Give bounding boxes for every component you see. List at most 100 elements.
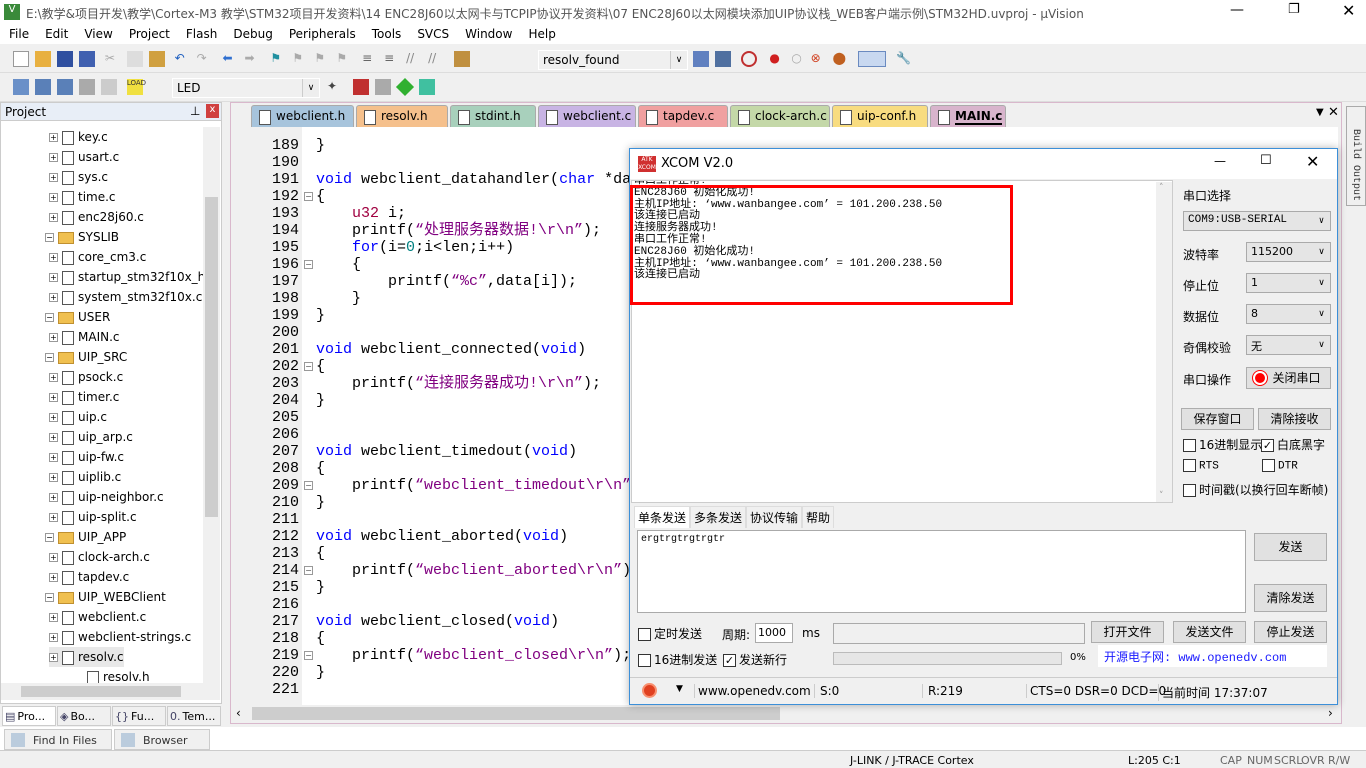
- editor-tab[interactable]: tapdev.c: [638, 105, 728, 127]
- send-input[interactable]: ergtrgtrgtrgtr: [637, 530, 1246, 613]
- expand-icon[interactable]: +: [49, 433, 58, 442]
- expand-icon[interactable]: +: [49, 573, 58, 582]
- clear-send-button[interactable]: 清除发送: [1254, 584, 1327, 612]
- checkbox-box[interactable]: [1183, 484, 1196, 497]
- batch-build-icon[interactable]: [79, 79, 95, 95]
- menu-tools[interactable]: Tools: [363, 24, 409, 41]
- expand-icon[interactable]: +: [49, 473, 58, 482]
- fold-icon[interactable]: −: [304, 651, 313, 660]
- tree-vscrollbar[interactable]: [203, 127, 220, 683]
- expand-icon[interactable]: +: [49, 513, 58, 522]
- editor-tab[interactable]: MAIN.c: [930, 105, 1006, 127]
- pin-icon[interactable]: ⊥: [190, 104, 200, 118]
- collapse-icon[interactable]: −: [45, 233, 54, 242]
- build-icon[interactable]: [35, 79, 51, 95]
- chevron-down-icon[interactable]: ∨: [302, 79, 319, 97]
- tree-item[interactable]: + clock-arch.c: [49, 547, 150, 567]
- tree-item[interactable]: + MAIN.c: [49, 327, 120, 347]
- restore-button[interactable]: ❐: [1288, 2, 1300, 17]
- site-banner[interactable]: 开源电子网: www.openedv.com: [1098, 645, 1327, 667]
- tree-item[interactable]: + uip-split.c: [49, 507, 137, 527]
- checkbox-box[interactable]: [1183, 439, 1196, 452]
- collapse-icon[interactable]: −: [45, 593, 54, 602]
- find-combo[interactable]: resolv_found ∨: [538, 50, 688, 70]
- bookmark-clear-icon[interactable]: ⚑: [336, 51, 352, 67]
- bookmark-next-icon[interactable]: ⚑: [314, 51, 330, 67]
- close-tab-icon[interactable]: ✕: [1328, 105, 1339, 120]
- close-port-button[interactable]: 关闭串口: [1246, 367, 1331, 389]
- tree-item[interactable]: + uip-fw.c: [49, 447, 124, 467]
- dtr-checkbox[interactable]: DTR: [1262, 459, 1298, 472]
- tree-item[interactable]: + core_cm3.c: [49, 247, 146, 267]
- manage-project-icon[interactable]: [374, 79, 391, 95]
- expand-icon[interactable]: +: [49, 253, 58, 262]
- send-tab[interactable]: 协议传输: [746, 506, 803, 528]
- scroll-thumb[interactable]: [252, 707, 780, 720]
- open-file-button[interactable]: 打开文件: [1091, 621, 1164, 643]
- expand-icon[interactable]: +: [49, 393, 58, 402]
- manage-components-icon[interactable]: [352, 79, 369, 95]
- tree-item[interactable]: + uip.c: [49, 407, 107, 427]
- tree-item[interactable]: resolv.h: [69, 667, 150, 683]
- checkbox-box[interactable]: [1183, 459, 1196, 472]
- tree-item[interactable]: + uiplib.c: [49, 467, 121, 487]
- expand-icon[interactable]: +: [49, 173, 58, 182]
- tree-item[interactable]: + resolv.c: [49, 647, 124, 667]
- tree-item[interactable]: + tapdev.c: [49, 567, 129, 587]
- project-tab[interactable]: {} Fu...: [112, 706, 166, 726]
- bookmark-prev-icon[interactable]: ⚑: [292, 51, 308, 67]
- select-pack-icon[interactable]: [418, 79, 435, 95]
- uncomment-icon[interactable]: //: [428, 51, 444, 67]
- timed-send-checkbox[interactable]: 定时发送: [638, 625, 702, 642]
- build-output-side-tab[interactable]: Build Output: [1346, 106, 1366, 206]
- receive-vscrollbar[interactable]: ˄ ˅: [1156, 182, 1172, 502]
- xcom-maximize-button[interactable]: ☐: [1260, 153, 1272, 168]
- find-icon[interactable]: [453, 51, 470, 67]
- load-icon[interactable]: LOAD: [126, 79, 146, 95]
- file-path-field[interactable]: [833, 623, 1085, 644]
- timestamp-checkbox[interactable]: 时间戳(以换行回车断帧): [1183, 481, 1328, 498]
- dropdown-icon[interactable]: ▼: [676, 684, 683, 694]
- copy-icon[interactable]: [126, 51, 143, 67]
- editor-tab[interactable]: uip-conf.h: [832, 105, 928, 127]
- new-file-icon[interactable]: [13, 51, 29, 67]
- bookmark-icon[interactable]: ⚑: [270, 51, 286, 67]
- close-panel-icon[interactable]: x: [206, 104, 219, 118]
- expand-icon[interactable]: +: [49, 373, 58, 382]
- breakpoint-kill-icon[interactable]: ⊗: [811, 51, 827, 67]
- setting-select[interactable]: 无 ∨: [1246, 335, 1331, 355]
- tree-item[interactable]: + key.c: [49, 127, 108, 147]
- save-all-icon[interactable]: [79, 51, 95, 67]
- menu-window[interactable]: Window: [456, 24, 519, 41]
- window-layout-icon[interactable]: [858, 51, 887, 67]
- tree-item[interactable]: + uip-neighbor.c: [49, 487, 164, 507]
- checkbox-box[interactable]: [638, 628, 651, 641]
- tree-item[interactable]: + startup_stm32f10x_h: [49, 267, 203, 287]
- chevron-down-icon[interactable]: ∨: [1313, 243, 1330, 261]
- expand-icon[interactable]: +: [49, 293, 58, 302]
- tree-item[interactable]: + webclient-strings.c: [49, 627, 191, 647]
- target-combo[interactable]: LED ∨: [172, 78, 320, 98]
- bottom-tab[interactable]: Find In Files: [4, 729, 112, 750]
- editor-tab[interactable]: webclient.h: [251, 105, 354, 127]
- expand-icon[interactable]: +: [49, 633, 58, 642]
- xcom-minimize-button[interactable]: —: [1214, 154, 1226, 168]
- port-select[interactable]: COM9:USB-SERIAL ∨: [1183, 211, 1331, 231]
- expand-icon[interactable]: +: [49, 453, 58, 462]
- fold-icon[interactable]: −: [304, 362, 313, 371]
- indent-icon[interactable]: ≡: [362, 51, 378, 67]
- checkbox-box[interactable]: [1262, 459, 1275, 472]
- tree-item[interactable]: + psock.c: [49, 367, 123, 387]
- tree-item[interactable]: + uip_arp.c: [49, 427, 133, 447]
- tree-hscrollbar[interactable]: [1, 683, 220, 700]
- undo-icon[interactable]: ↶: [175, 51, 191, 67]
- scroll-left-icon[interactable]: ‹: [236, 706, 241, 720]
- send-button[interactable]: 发送: [1254, 533, 1327, 561]
- menu-help[interactable]: Help: [519, 24, 562, 41]
- expand-icon[interactable]: +: [49, 213, 58, 222]
- fold-icon[interactable]: −: [304, 481, 313, 490]
- tree-item[interactable]: − SYSLIB: [45, 227, 119, 247]
- tree-item[interactable]: + sys.c: [49, 167, 108, 187]
- white-black-checkbox[interactable]: ✓ 白底黑字: [1261, 436, 1325, 453]
- expand-icon[interactable]: +: [49, 553, 58, 562]
